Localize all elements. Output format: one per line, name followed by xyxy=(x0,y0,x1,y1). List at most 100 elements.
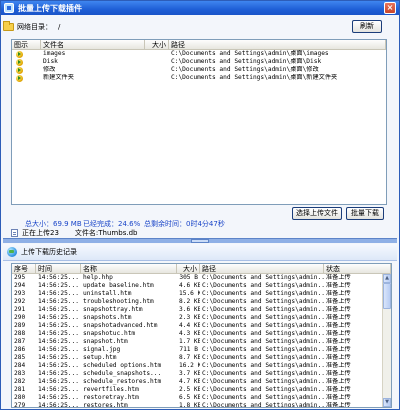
row-size: 6.5 KB xyxy=(179,394,200,401)
file-size xyxy=(145,58,169,66)
batch-download-button[interactable]: 批量下载 xyxy=(346,207,384,220)
upload-row[interactable]: 新建文件夹 C:\Documents and Settings\admin\桌面\… xyxy=(12,74,386,82)
header-hist-path[interactable]: 路径 xyxy=(200,264,324,273)
row-size: 3.6 KB xyxy=(179,306,200,313)
row-status: 准备上传 xyxy=(326,394,351,401)
window-title: 批量上传下载插件 xyxy=(18,3,82,13)
row-number: 289 xyxy=(14,322,26,329)
row-size: 16.2 KB xyxy=(179,362,200,369)
history-title: 上传下载历史记录 xyxy=(21,248,77,256)
row-status: 准备上传 xyxy=(326,306,351,313)
row-path: C:\Documents and Settings\admin... xyxy=(202,282,324,289)
row-number: 284 xyxy=(14,362,26,369)
header-path[interactable]: 路径 xyxy=(169,40,386,49)
file-name: images xyxy=(43,50,66,57)
history-row[interactable]: 280 14:56:25... restoretray.htm 6.5 KB C:\Do… xyxy=(12,394,382,402)
row-status: 准备上传 xyxy=(326,386,351,393)
globe-icon xyxy=(7,247,17,257)
panel-splitter[interactable] xyxy=(3,238,397,243)
row-time: 14:56:25... xyxy=(38,314,79,321)
header-icon[interactable]: 图示 xyxy=(12,40,41,49)
row-path: C:\Documents and Settings\admin... xyxy=(202,354,324,361)
history-row[interactable]: 293 14:56:25... uninstall.htm 15.6 KBC:\Doc… xyxy=(12,290,382,298)
row-time: 14:56:25... xyxy=(38,370,79,377)
history-row[interactable]: 295 14:56:25... help.hhp 305 B C:\Documents … xyxy=(12,274,382,282)
upload-row[interactable]: 修改 C:\Documents and Settings\admin\桌面\修改 xyxy=(12,66,386,74)
row-time: 14:56:25... xyxy=(38,402,79,408)
history-row[interactable]: 291 14:56:25... snapshottray.htm 3.6 KB C:\D… xyxy=(12,306,382,314)
header-status[interactable]: 状态 xyxy=(324,264,391,273)
row-number: 287 xyxy=(14,338,26,345)
history-row[interactable]: 286 14:56:25... signal.jpg 711 B C:\Document… xyxy=(12,346,382,354)
icon-cell xyxy=(12,74,41,82)
history-row[interactable]: 282 14:56:25... schedule_restores.htm 4.7 K… xyxy=(12,378,382,386)
row-size: 4.4 KB xyxy=(179,322,200,329)
header-size[interactable]: 大小 xyxy=(145,40,169,49)
row-status: 准备上传 xyxy=(326,298,351,305)
upload-arrow-icon xyxy=(16,66,23,74)
header-filename[interactable]: 文件名 xyxy=(41,40,145,49)
row-status: 准备上传 xyxy=(326,314,351,321)
row-path: C:\Documents and Settings\admin... xyxy=(202,330,324,337)
scroll-thumb[interactable] xyxy=(383,283,391,309)
upload-arrow-icon xyxy=(16,50,23,58)
header-time[interactable]: 时间 xyxy=(36,264,81,273)
row-status: 准备上传 xyxy=(326,282,351,289)
uploading-info: 正在上传23 文件名:Thumbs.db xyxy=(11,228,137,238)
history-row[interactable]: 290 14:56:25... snapshots.htm 2.3 KB C:\Docu… xyxy=(12,314,382,322)
row-time: 14:56:25... xyxy=(38,378,79,385)
row-name: snapshot.htm xyxy=(83,338,128,345)
row-time: 14:56:25... xyxy=(38,322,79,329)
history-row[interactable]: 283 14:56:25... schedule_snapshots... 3.7 K… xyxy=(12,370,382,378)
row-status: 准备上传 xyxy=(326,362,351,369)
row-number: 292 xyxy=(14,298,26,305)
title-bar[interactable]: 批量上传下载插件 × xyxy=(1,1,399,15)
row-size: 4.3 KB xyxy=(179,330,200,337)
scroll-up-icon[interactable]: ▲ xyxy=(383,274,391,283)
history-table[interactable]: 序号 时间 名称 大小 路径 状态 295 14:56:25... help.hhp… xyxy=(11,263,392,408)
row-size: 4.7 KB xyxy=(179,378,200,385)
row-number: 288 xyxy=(14,330,26,337)
row-size: 15.6 KB xyxy=(179,290,200,297)
row-size: 305 B xyxy=(179,274,198,281)
history-row[interactable]: 289 14:56:25... snapshotadvanced.htm 4.4 KB… xyxy=(12,322,382,330)
history-row[interactable]: 292 14:56:25... troubleshooting.htm 8.2 KB C… xyxy=(12,298,382,306)
row-time: 14:56:25... xyxy=(38,362,79,369)
history-row[interactable]: 279 14:56:25... restores.htm 1.8 KB C:\Docum… xyxy=(12,402,382,408)
upload-row[interactable]: images C:\Documents and Settings\admin\桌面… xyxy=(12,50,386,58)
history-row[interactable]: 284 14:56:25... scheduled options.htm 16.2 … xyxy=(12,362,382,370)
row-path: C:\Documents and Settings\admin... xyxy=(202,298,324,305)
scroll-down-icon[interactable]: ▼ xyxy=(383,398,391,407)
header-name[interactable]: 名称 xyxy=(81,264,177,273)
history-row[interactable]: 287 14:56:25... snapshot.htm 1.7 KB C:\Docum… xyxy=(12,338,382,346)
row-number: 279 xyxy=(14,402,26,408)
header-number[interactable]: 序号 xyxy=(12,264,36,273)
history-header: 上传下载历史记录 xyxy=(3,244,397,261)
history-row[interactable]: 294 14:56:25... update baseline.htm 4.6 KB C… xyxy=(12,282,382,290)
select-upload-button[interactable]: 选择上传文件 xyxy=(292,207,342,220)
app-window: 批量上传下载插件 × 网络目录： / 刷新 图示 文件名 大小 路径 image… xyxy=(0,0,400,410)
close-button[interactable]: × xyxy=(384,2,396,14)
document-icon xyxy=(11,229,18,237)
refresh-button[interactable]: 刷新 xyxy=(352,20,382,33)
app-icon xyxy=(4,3,14,13)
upload-row[interactable]: Disk C:\Documents and Settings\admin\桌面\D… xyxy=(12,58,386,66)
row-path: C:\Documents and Settings\admin... xyxy=(202,290,324,297)
row-name: restores.htm xyxy=(83,402,128,408)
directory-bar: 网络目录： / xyxy=(3,18,397,35)
row-size: 1.7 KB xyxy=(179,338,200,345)
file-name: Disk xyxy=(43,58,58,65)
history-row[interactable]: 285 14:56:25... setup.htm 8.7 KB C:\Document… xyxy=(12,354,382,362)
file-path: C:\Documents and Settings\admin\桌面\修改 xyxy=(171,66,319,73)
history-row[interactable]: 281 14:56:25... revertfiles.htm 2.5 KB C:\Do… xyxy=(12,386,382,394)
splitter-grip[interactable] xyxy=(191,239,209,243)
file-path: C:\Documents and Settings\admin\桌面\image… xyxy=(171,50,329,57)
row-name: signal.jpg xyxy=(83,346,121,353)
row-size: 1.8 KB xyxy=(179,402,200,408)
upload-file-table[interactable]: 图示 文件名 大小 路径 images C:\Documents and Sett… xyxy=(11,39,387,205)
row-time: 14:56:25... xyxy=(38,282,79,289)
history-row[interactable]: 288 14:56:25... snapshotuc.htm 4.3 KB C:\Doc… xyxy=(12,330,382,338)
row-size: 2.5 KB xyxy=(179,386,200,393)
history-scrollbar[interactable]: ▲ ▼ xyxy=(382,274,391,407)
header-hist-size[interactable]: 大小 xyxy=(177,264,200,273)
